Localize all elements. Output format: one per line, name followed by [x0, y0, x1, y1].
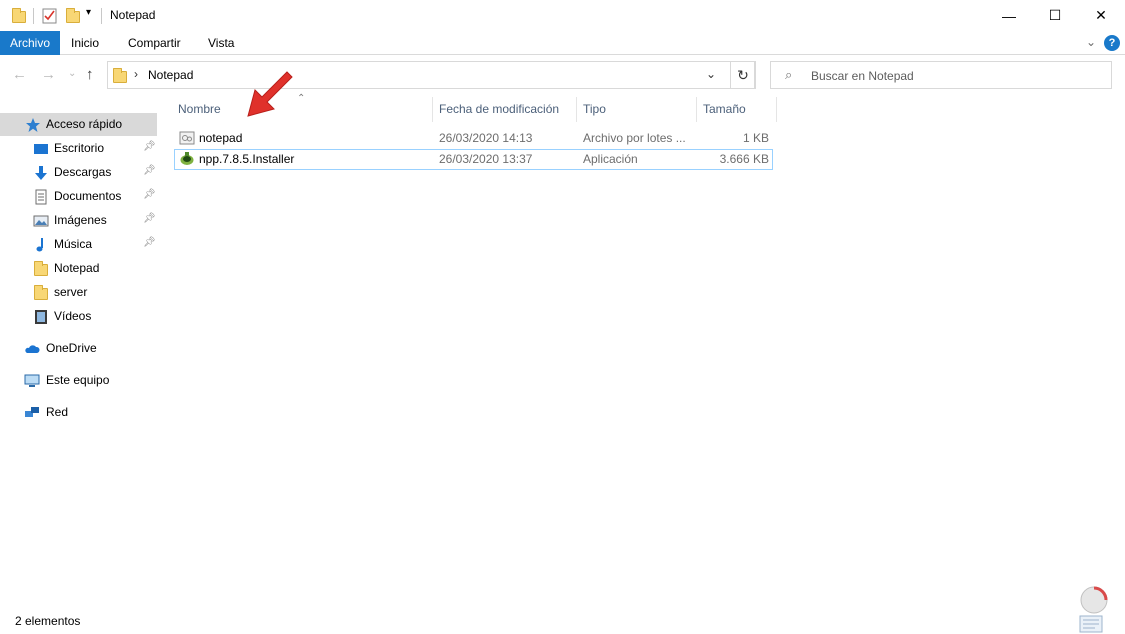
pin-icon[interactable]: 📌︎ [143, 141, 156, 152]
sidebar-item-label: Imágenes [54, 213, 107, 227]
file-row[interactable]: notepad 26/03/2020 14:13 Archivo por lot… [174, 128, 773, 149]
sidebar-item-label: Documentos [54, 189, 122, 203]
batch-file-icon [179, 131, 195, 145]
search-box[interactable]: ⌕ Buscar en Notepad [770, 61, 1112, 89]
sidebar-item-label: Acceso rápido [46, 117, 123, 131]
sidebar-item-label: Notepad [54, 261, 100, 275]
file-modified: 26/03/2020 13:37 [439, 152, 533, 166]
pin-icon[interactable]: 📌︎ [143, 189, 156, 200]
sidebar-item-red[interactable]: Red [0, 401, 157, 424]
sidebar-item-label: OneDrive [46, 341, 97, 355]
folder-icon [34, 261, 48, 276]
file-type: Archivo por lotes ... [583, 131, 686, 145]
tab-compartir[interactable]: Compartir [118, 31, 191, 55]
pin-icon[interactable]: 📌︎ [143, 237, 156, 248]
sidebar-item-escritorio[interactable]: Escritorio 📌︎ [0, 137, 157, 160]
music-icon [36, 238, 43, 252]
watermark-logo-icon [1079, 586, 1108, 633]
sidebar-item-descargas[interactable]: Descargas 📌︎ [0, 161, 157, 184]
new-folder-icon[interactable] [66, 8, 80, 23]
folder-icon [34, 285, 48, 300]
folder-icon [113, 68, 127, 83]
file-name: notepad [199, 131, 243, 145]
column-divider[interactable] [576, 97, 577, 122]
column-header-nombre[interactable]: Nombre [178, 102, 221, 116]
sidebar-item-onedrive[interactable]: OneDrive [0, 337, 157, 360]
computer-icon [24, 374, 40, 387]
column-divider[interactable] [776, 97, 777, 122]
desktop-icon [34, 144, 48, 154]
sidebar-item-label: server [54, 285, 88, 299]
sidebar-item-label: Descargas [54, 165, 112, 179]
sidebar-item-label: Este equipo [46, 373, 110, 387]
toolbar-divider [101, 8, 102, 24]
address-bar[interactable]: › Notepad ⌄ [107, 61, 755, 89]
pin-icon[interactable]: 📌︎ [143, 165, 156, 176]
column-header-fecha[interactable]: Fecha de modificación [439, 102, 559, 116]
sidebar-item-videos[interactable]: Vídeos [0, 305, 157, 328]
pin-icon[interactable]: 📌︎ [143, 213, 156, 224]
window-title: Notepad [110, 8, 156, 22]
back-arrow-icon[interactable]: ← [12, 66, 27, 83]
document-icon [35, 189, 47, 205]
sidebar-item-acceso-rapido[interactable]: Acceso rápido [0, 113, 157, 136]
maximize-button[interactable]: ☐ [1032, 0, 1078, 31]
download-icon [35, 166, 47, 180]
installer-icon [180, 152, 194, 165]
sort-ascending-icon: ⌃ [297, 93, 306, 104]
sidebar-item-label: Vídeos [54, 309, 92, 323]
sidebar-item-imagenes[interactable]: Imágenes 📌︎ [0, 209, 157, 232]
column-divider[interactable] [432, 97, 433, 122]
toolbar-divider [33, 8, 34, 24]
expand-ribbon-icon[interactable]: ⌄ [1086, 35, 1096, 49]
search-placeholder: Buscar en Notepad [811, 69, 914, 83]
star-icon [26, 118, 40, 132]
file-name: npp.7.8.5.Installer [199, 152, 295, 166]
sidebar-item-label: Música [54, 237, 93, 251]
title-bar: ▾ Notepad — ☐ ✕ [0, 0, 1125, 31]
navigation-pane: Acceso rápido Escritorio 📌︎ Descargas 📌︎… [0, 98, 160, 598]
tab-vista[interactable]: Vista [198, 31, 244, 55]
sidebar-item-label: Escritorio [54, 141, 105, 155]
help-icon[interactable]: ? [1104, 35, 1120, 51]
properties-icon[interactable] [42, 8, 57, 24]
sidebar-item-documentos[interactable]: Documentos 📌︎ [0, 185, 157, 208]
file-modified: 26/03/2020 14:13 [439, 131, 533, 145]
file-size: 3.666 KB [719, 152, 769, 166]
tab-inicio[interactable]: Inicio [61, 31, 109, 55]
sidebar-item-label: Red [46, 405, 69, 419]
column-divider[interactable] [696, 97, 697, 122]
search-icon: ⌕ [785, 67, 793, 82]
forward-arrow-icon[interactable]: → [41, 66, 56, 83]
column-header-tamano[interactable]: Tamaño [703, 102, 746, 116]
sidebar-item-musica[interactable]: Música 📌︎ [0, 233, 157, 256]
column-header-tipo[interactable]: Tipo [583, 102, 606, 116]
file-size: 1 KB [742, 131, 769, 145]
sidebar-item-notepad[interactable]: Notepad [0, 257, 157, 280]
annotation-arrow-icon [247, 71, 293, 117]
file-type: Aplicación [583, 152, 638, 166]
sidebar-item-server[interactable]: server [0, 281, 157, 304]
video-icon [35, 310, 47, 324]
minimize-button[interactable]: — [986, 0, 1032, 31]
recent-locations-icon[interactable]: ⌄ [68, 68, 76, 79]
file-row-selected[interactable]: npp.7.8.5.Installer 26/03/2020 13:37 Apl… [174, 149, 773, 170]
tab-archivo[interactable]: Archivo [0, 31, 61, 55]
cloud-icon [25, 345, 40, 353]
up-arrow-icon[interactable]: ↑ [86, 66, 94, 83]
network-icon [25, 407, 39, 417]
close-button[interactable]: ✕ [1078, 0, 1124, 31]
breadcrumb-separator: › [134, 67, 138, 81]
breadcrumb-notepad[interactable]: Notepad [148, 68, 193, 82]
image-icon [33, 215, 49, 227]
sidebar-item-este-equipo[interactable]: Este equipo [0, 369, 157, 392]
status-item-count: 2 elementos [15, 614, 81, 628]
chevron-down-icon[interactable]: ⌄ [706, 67, 716, 81]
customize-toolbar-icon[interactable]: ▾ [86, 7, 91, 18]
refresh-button[interactable]: ↻ [730, 61, 756, 89]
ribbon-tabs: Archivo Inicio Compartir Vista ⌄ ? [0, 31, 1125, 55]
folder-icon[interactable] [12, 8, 26, 23]
